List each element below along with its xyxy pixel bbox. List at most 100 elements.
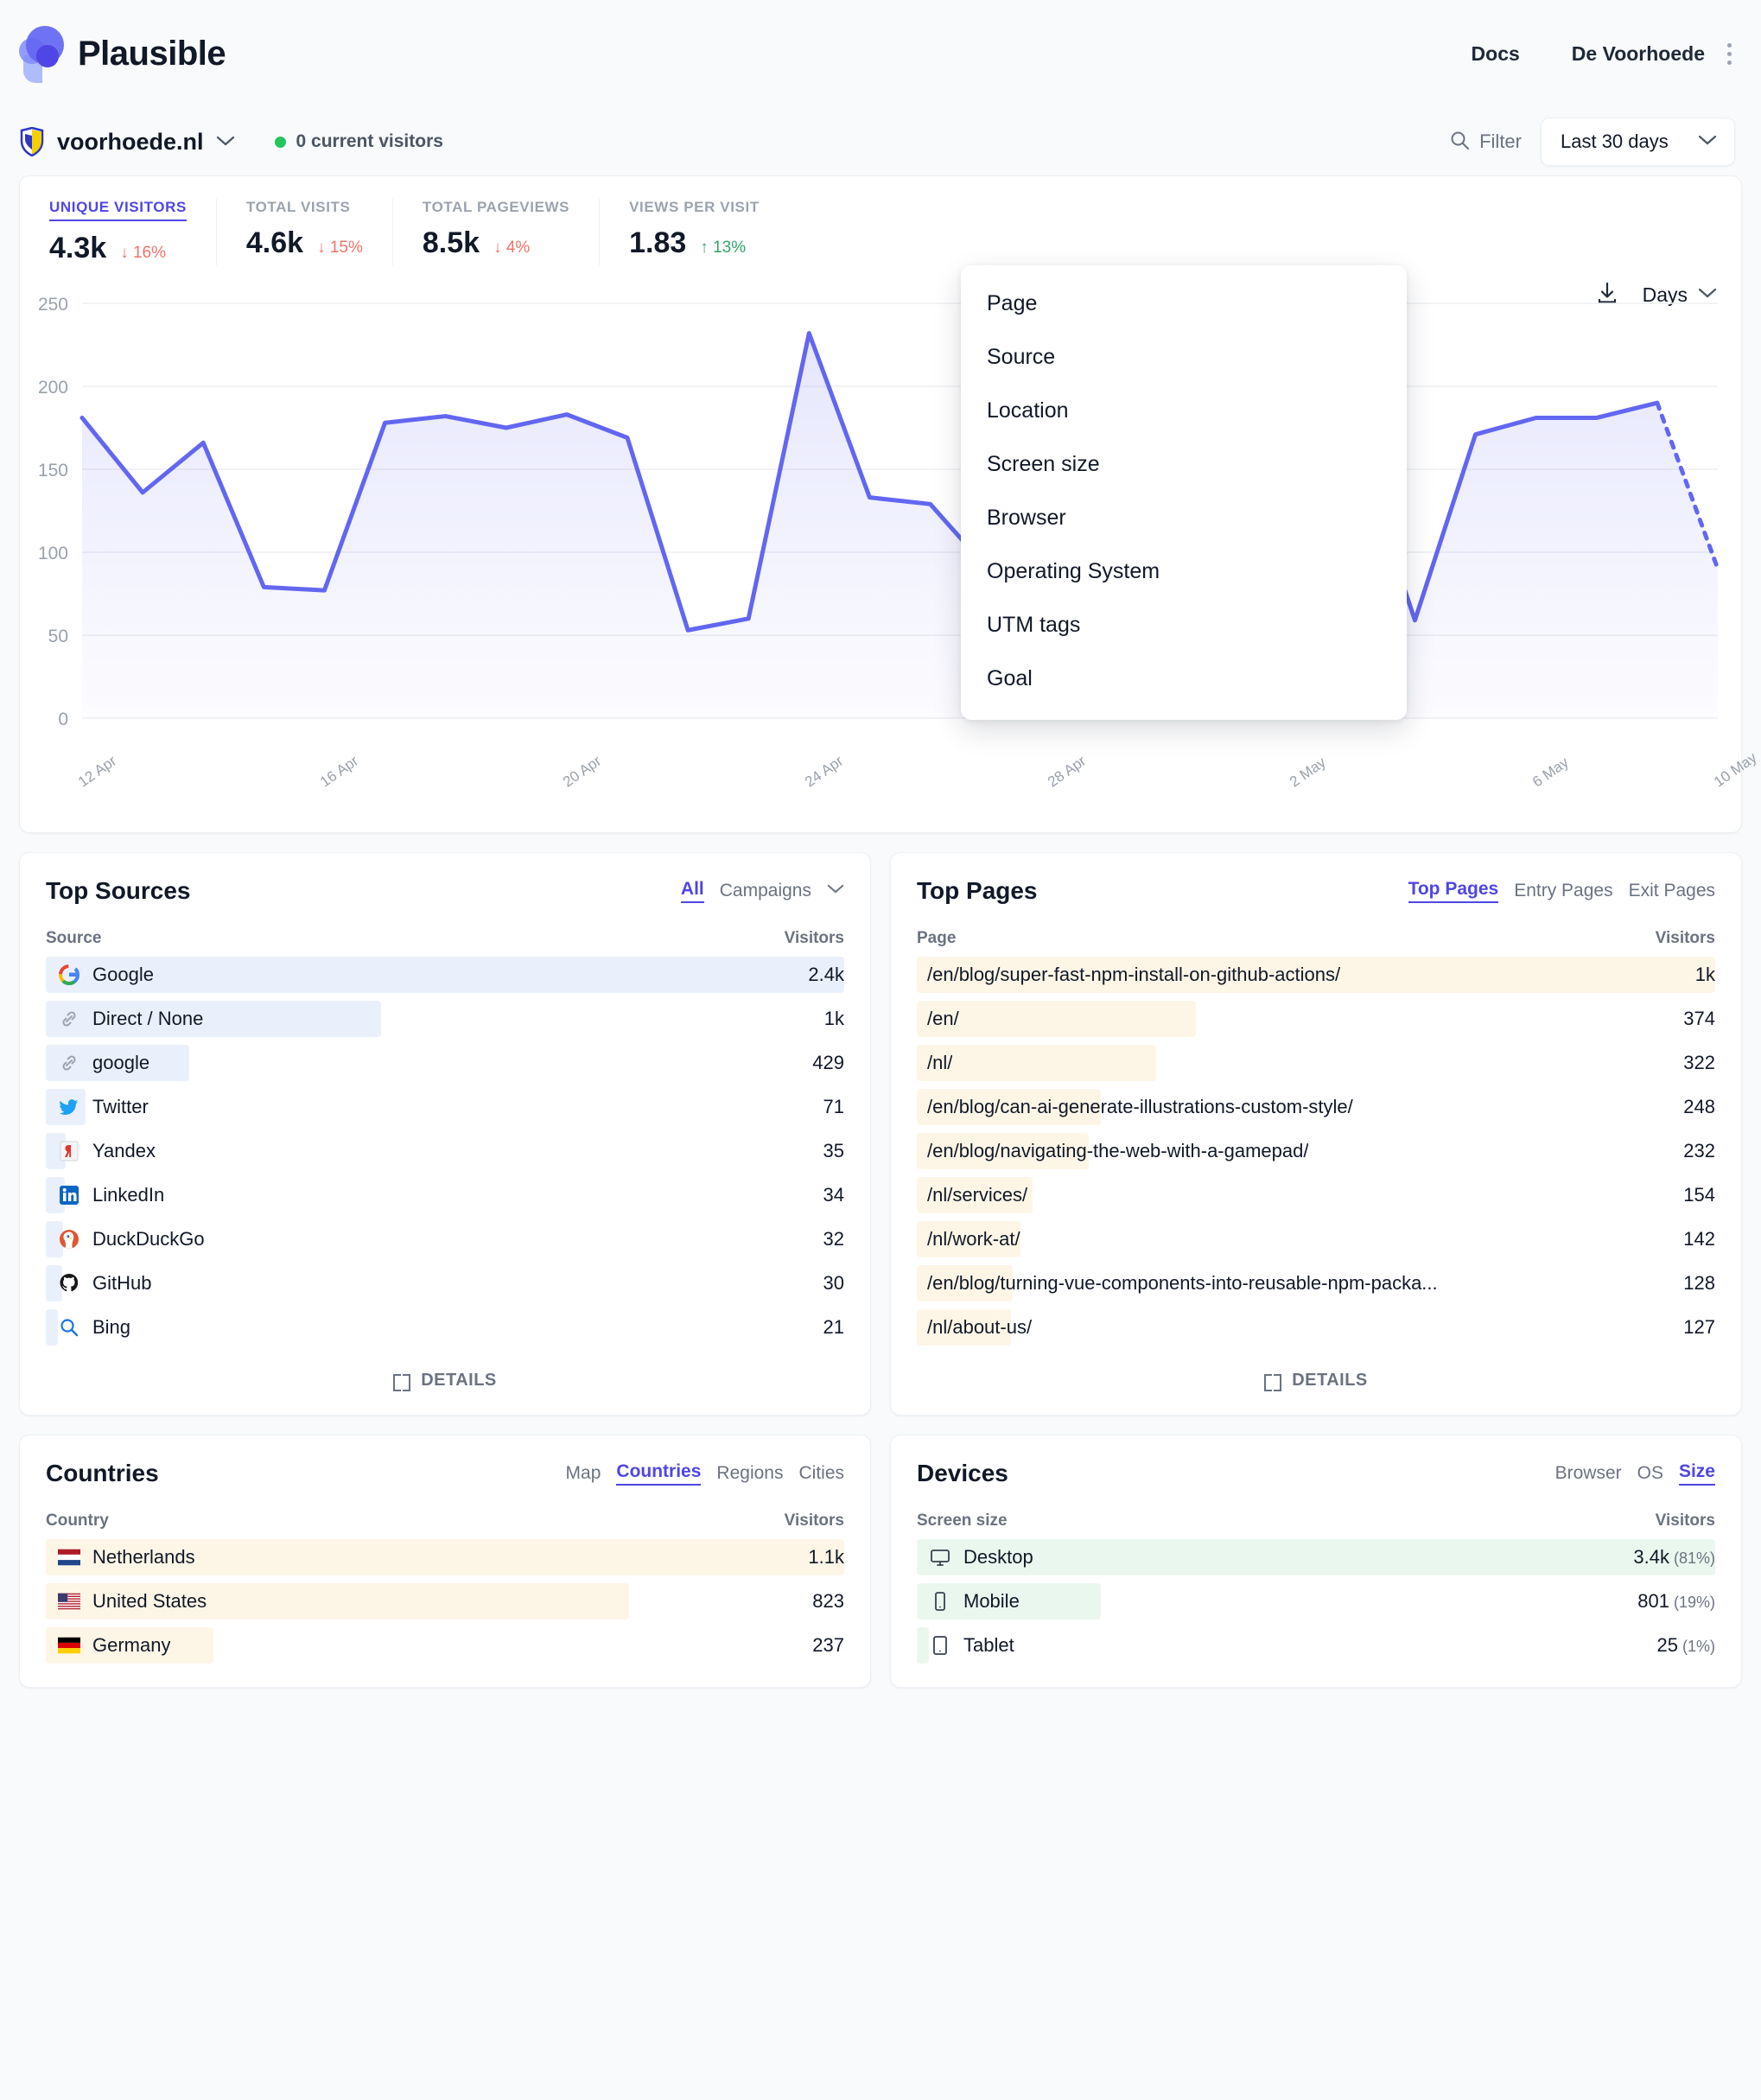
table-row[interactable]: LinkedIn 34 <box>46 1177 844 1213</box>
filter-menu-item[interactable]: Screen size <box>961 438 1407 492</box>
metric-unique-visitors[interactable]: UNIQUE VISITORS 4.3k ↓ 16% <box>20 199 217 265</box>
docs-link[interactable]: Docs <box>1472 42 1520 66</box>
table-row[interactable]: /nl/services/154 <box>917 1177 1715 1213</box>
filter-button[interactable]: Filter <box>1449 130 1522 155</box>
current-visitors-label: 0 current visitors <box>296 131 443 151</box>
metric-value: 4.3k <box>49 232 107 264</box>
row-label: /nl/about-us/ <box>917 1316 1032 1339</box>
tab-regions[interactable]: Regions <box>716 1463 783 1484</box>
row-value: 429 <box>812 1052 844 1073</box>
chevron-down-icon[interactable] <box>216 133 235 150</box>
metric-label: TOTAL PAGEVIEWS <box>422 199 570 215</box>
tab-campaigns[interactable]: Campaigns <box>720 881 811 901</box>
row-name: Yandex <box>92 1140 156 1161</box>
germany-flag <box>58 1634 80 1657</box>
row-label: /nl/services/ <box>917 1184 1027 1206</box>
tab-size[interactable]: Size <box>1678 1461 1715 1486</box>
details-button[interactable]: DETAILS <box>46 1353 844 1399</box>
top-pages-panel: Top Pages Top Pages Entry Pages Exit Pag… <box>890 852 1742 1416</box>
row-name: Google <box>92 964 154 985</box>
column-header-left: Source <box>46 929 102 947</box>
linkedin-icon <box>58 1184 80 1206</box>
table-row[interactable]: Direct / None 1k <box>46 1001 844 1037</box>
filter-menu-item[interactable]: Page <box>961 277 1407 331</box>
tab-all[interactable]: All <box>680 879 704 903</box>
row-value: 35 <box>823 1140 844 1161</box>
table-row[interactable]: DuckDuckGo 32 <box>46 1221 844 1257</box>
row-value: 801 (19%) <box>1637 1590 1715 1613</box>
row-name: LinkedIn <box>92 1184 165 1206</box>
panel-tabs: Top Pages Entry Pages Exit Pages <box>1408 879 1715 903</box>
filter-dropdown-menu[interactable]: Page Source Location Screen size Browser Oper… <box>961 265 1407 720</box>
row-name: Germany <box>92 1634 171 1656</box>
table-row[interactable]: GitHub 30 <box>46 1265 844 1301</box>
filter-menu-item[interactable]: Location <box>961 385 1407 438</box>
panel-title: Top Pages <box>917 877 1038 904</box>
countries-panel: Countries Map Countries Regions Cities C… <box>19 1435 871 1688</box>
metric-views-per-visit[interactable]: VIEWS PER VISIT 1.83 ↑ 13% <box>600 199 789 265</box>
tab-entry-pages[interactable]: Entry Pages <box>1514 881 1612 901</box>
user-name-label[interactable]: De Voorhoede <box>1572 42 1705 66</box>
svg-text:100: 100 <box>38 544 68 563</box>
metric-label: VIEWS PER VISIT <box>629 199 760 215</box>
tab-exit-pages[interactable]: Exit Pages <box>1629 881 1715 901</box>
table-row[interactable]: /en/blog/can-ai-generate-illustrations-c… <box>917 1089 1715 1125</box>
netherlands-flag <box>58 1546 80 1569</box>
row-value-percent: (1%) <box>1677 1638 1715 1655</box>
table-row[interactable]: /en/blog/turning-vue-components-into-reu… <box>917 1265 1715 1301</box>
table-row[interactable]: /nl/about-us/127 <box>917 1309 1715 1346</box>
table-row[interactable]: google 429 <box>46 1045 844 1081</box>
metric-total-pageviews[interactable]: TOTAL PAGEVIEWS 8.5k ↓ 4% <box>393 199 601 265</box>
devices-rows: Desktop 3.4k (81%) Mobile 801 (19%) Tablet 25… <box>917 1539 1715 1664</box>
panel-header: Countries Map Countries Regions Cities <box>46 1460 844 1487</box>
table-row[interactable]: Desktop 3.4k (81%) <box>917 1539 1715 1575</box>
details-label: DETAILS <box>421 1371 497 1390</box>
tab-top-pages[interactable]: Top Pages <box>1408 879 1499 903</box>
details-button[interactable]: DETAILS <box>917 1353 1715 1399</box>
metric-change: ↓ 4% <box>493 239 531 257</box>
bing-icon <box>58 1316 80 1339</box>
table-row[interactable]: Tablet 25 (1%) <box>917 1627 1715 1664</box>
metric-label: UNIQUE VISITORS <box>49 199 187 221</box>
table-row[interactable]: Bing 21 <box>46 1309 844 1346</box>
date-range-picker[interactable]: Last 30 days <box>1541 118 1735 166</box>
row-label: Yandex <box>46 1140 156 1162</box>
filter-menu-item[interactable]: Source <box>961 331 1407 385</box>
table-row[interactable]: Mobile 801 (19%) <box>917 1583 1715 1620</box>
top-navigation-bar: Plausible Docs De Voorhoede <box>0 0 1761 108</box>
table-row[interactable]: /en/374 <box>917 1001 1715 1037</box>
site-switcher[interactable]: voorhoede.nl <box>19 127 235 156</box>
table-row[interactable]: /nl/322 <box>917 1045 1715 1081</box>
column-header-left: Screen size <box>917 1511 1008 1530</box>
metric-value: 8.5k <box>422 226 480 259</box>
tab-map[interactable]: Map <box>566 1463 601 1484</box>
table-row[interactable]: United States 823 <box>46 1583 844 1620</box>
tab-os[interactable]: OS <box>1637 1463 1663 1484</box>
table-row[interactable]: Google 2.4k <box>46 957 844 993</box>
tab-cities[interactable]: Cities <box>798 1463 844 1484</box>
table-row[interactable]: Twitter 71 <box>46 1089 844 1125</box>
brand-logo[interactable]: Plausible <box>19 25 226 83</box>
table-row[interactable]: Germany 237 <box>46 1627 844 1664</box>
row-value: 2.4k <box>808 964 844 985</box>
github-icon <box>58 1272 80 1295</box>
row-name: Desktop <box>963 1546 1033 1568</box>
site-bar: voorhoede.nl 0 current visitors Filter L… <box>0 108 1761 175</box>
filter-menu-item[interactable]: Browser <box>961 492 1407 545</box>
tab-countries[interactable]: Countries <box>616 1461 702 1486</box>
table-row[interactable]: Netherlands 1.1k <box>46 1539 844 1575</box>
filter-menu-item[interactable]: UTM tags <box>961 599 1407 652</box>
table-row[interactable]: /en/blog/navigating-the-web-with-a-gamep… <box>917 1133 1715 1169</box>
tab-browser[interactable]: Browser <box>1555 1463 1622 1484</box>
user-menu[interactable]: De Voorhoede <box>1572 40 1735 68</box>
filter-menu-item[interactable]: Goal <box>961 652 1407 706</box>
table-row[interactable]: /nl/work-at/142 <box>917 1221 1715 1257</box>
metric-total-visits[interactable]: TOTAL VISITS 4.6k ↓ 15% <box>217 199 393 265</box>
table-row[interactable]: Yandex 35 <box>46 1133 844 1169</box>
filter-menu-item[interactable]: Operating System <box>961 545 1407 599</box>
chevron-down-icon[interactable] <box>827 883 844 899</box>
yandex-icon <box>58 1140 80 1162</box>
table-row[interactable]: /en/blog/super-fast-npm-install-on-githu… <box>917 957 1715 993</box>
kebab-menu-icon[interactable] <box>1724 40 1735 68</box>
panel-title: Top Sources <box>46 877 191 904</box>
